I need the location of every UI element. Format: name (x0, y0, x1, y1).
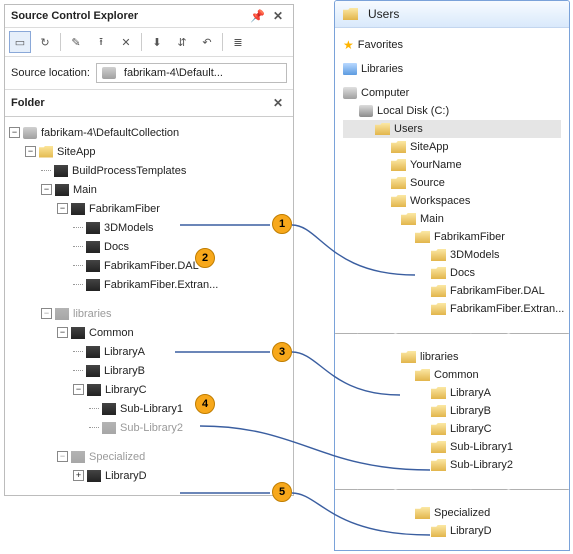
callout-5: 5 (272, 482, 292, 502)
connector-lines (0, 0, 573, 554)
callout-3: 3 (272, 342, 292, 362)
callout-1: 1 (272, 214, 292, 234)
callout-4: 4 (195, 394, 215, 414)
callout-2: 2 (195, 248, 215, 268)
